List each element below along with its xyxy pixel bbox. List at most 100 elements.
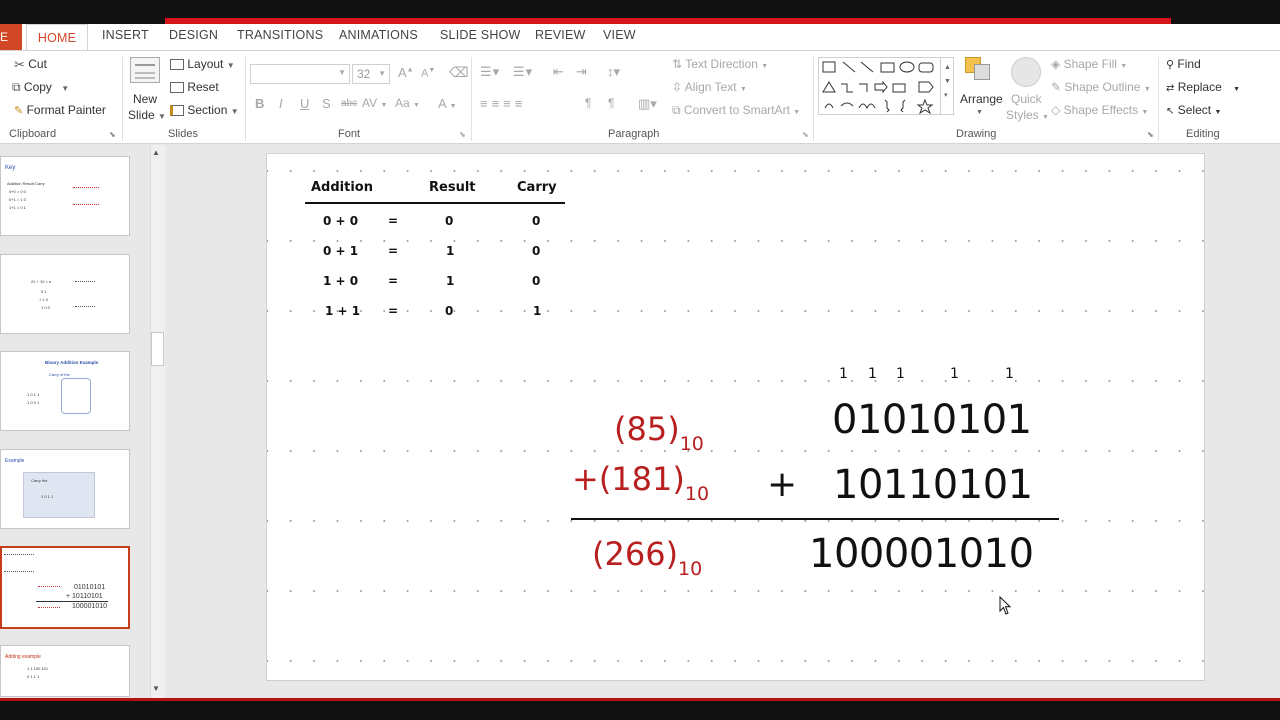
scroll-down-icon[interactable]: ▼ [152, 684, 160, 693]
font-group-label: Font [338, 128, 361, 140]
quick-styles-button[interactable]: Quick [1011, 92, 1042, 106]
slide-canvas[interactable]: Addition Result Carry 0 + 0 = 0 0 0 + 1 … [266, 153, 1205, 681]
columns-icon[interactable]: ▥▾ [638, 96, 657, 112]
text-direction-ltr-icon[interactable]: ¶ [585, 96, 591, 110]
tab-transitions[interactable]: TRANSITIONS [237, 28, 323, 42]
decimal-sum: (266)10 [592, 535, 702, 580]
thumbnail-text: 0+0 = 0 0 [9, 189, 26, 194]
arrange-icon[interactable] [965, 57, 990, 80]
thumbnail-title: Binary Addition Example [45, 360, 99, 365]
replace-button[interactable]: ⇄ Replace ▼ [1166, 80, 1240, 94]
layout-button[interactable]: Layout ▼ [170, 57, 235, 71]
chevron-down-icon: ▼ [1141, 109, 1149, 116]
format-painter-button[interactable]: ✎ Format Painter [14, 103, 106, 117]
slide-thumbnail[interactable]: 21 + 10 = e 0 1 + 1 0 1 0 0 [0, 254, 130, 334]
dialog-launcher-icon[interactable]: ⬊ [802, 130, 809, 139]
character-spacing-label: AV [362, 96, 378, 110]
align-text-button[interactable]: ⇳ Align Text ▼ [672, 80, 747, 94]
numbering-icon[interactable]: ☰▾ [513, 64, 533, 80]
divider [813, 57, 814, 141]
find-button[interactable]: ⚲ Find [1166, 57, 1201, 71]
bullets-icon[interactable]: ☰▾ [480, 64, 500, 80]
quick-styles-icon[interactable] [1011, 57, 1041, 87]
shapes-gallery-scroll[interactable]: ▲ ▼ ▾ [940, 57, 954, 115]
dialog-launcher-icon[interactable]: ⬊ [109, 130, 116, 139]
tab-home[interactable]: HOME [26, 24, 88, 51]
change-case-button[interactable]: Aa ▼ [395, 96, 420, 110]
new-slide-icon[interactable] [130, 57, 160, 83]
decrease-indent-icon[interactable]: ⇤ [553, 64, 564, 80]
slide-thumbnail[interactable]: Binary Addition Example Carry of the 1 0… [0, 351, 130, 431]
thumbnail-text: 0+1 = 1 0 [9, 197, 26, 202]
sum-rule [571, 518, 1059, 520]
chevron-down-icon: ▼ [1143, 86, 1151, 93]
italic-button[interactable]: I [279, 96, 283, 111]
grow-font-icon[interactable]: A▲ [398, 65, 414, 80]
thumbnail-text: Addition Result Carry [7, 181, 45, 186]
character-spacing-button[interactable]: AV ▼ [362, 96, 387, 110]
divider [245, 57, 246, 141]
slide-thumbnail-selected[interactable]: 01010101 + 10110101 100001010 [0, 546, 130, 629]
increase-indent-icon[interactable]: ⇥ [576, 64, 587, 80]
quick-styles-label: Styles [1006, 108, 1039, 122]
font-color-button[interactable]: A ▼ [438, 96, 457, 111]
paragraph-group-label: Paragraph [608, 128, 660, 140]
arrange-button[interactable]: Arrange [960, 92, 1003, 106]
table-cell-addition: 0 + 0 [323, 214, 359, 228]
copy-button[interactable]: ⧉ Copy ▼ [12, 80, 69, 95]
shadow-button[interactable]: S [322, 96, 331, 111]
thumbnails-scrollbar[interactable] [150, 145, 165, 698]
select-button[interactable]: ↖ Select ▼ [1166, 103, 1221, 117]
alignment-icons[interactable]: ≡≡≡≡ [480, 96, 526, 111]
thumbnail-graphic [61, 378, 91, 414]
quick-styles-dropdown[interactable]: Styles ▼ [1006, 108, 1049, 122]
shape-fill-button[interactable]: ◈ Shape Fill ▼ [1051, 57, 1127, 71]
font-name-input[interactable]: ▼ [250, 64, 350, 84]
shapes-gallery[interactable] [818, 57, 954, 115]
layout-label: Layout [187, 57, 224, 71]
thumbnail-rule [36, 601, 108, 602]
tab-review[interactable]: REVIEW [535, 28, 586, 42]
align-text-icon: ⇳ [672, 80, 683, 94]
section-button[interactable]: Section ▼ [170, 103, 239, 117]
scrollbar-thumb[interactable] [151, 332, 164, 366]
table-cell-result: 0 [445, 304, 454, 318]
tab-file[interactable]: E [0, 24, 22, 50]
slide-thumbnail[interactable]: Key Addition Result Carry 0+0 = 0 0 0+1 … [0, 156, 130, 236]
drawing-group-label: Drawing [956, 128, 997, 140]
reset-button[interactable]: Reset [170, 80, 219, 94]
select-label: Select [1177, 103, 1212, 117]
slide-thumbnail[interactable]: Example Carry the 1 0 1 1 [0, 449, 130, 529]
dialog-launcher-icon[interactable]: ⬊ [1147, 130, 1154, 139]
table-header-carry: Carry [517, 180, 557, 195]
slide-thumbnail[interactable]: Adding example 1 1 100 101 0 1 1 1 [0, 645, 130, 697]
binoculars-icon: ⚲ [1166, 59, 1175, 71]
clear-formatting-icon[interactable]: ⌫ [449, 64, 469, 81]
window-title-bar [0, 0, 1280, 24]
thumbnail-text: 0 1 [41, 289, 47, 294]
shape-effects-button[interactable]: ◇ Shape Effects ▼ [1051, 103, 1148, 117]
new-slide-button[interactable]: New [133, 92, 157, 106]
strikethrough-button[interactable]: abc [341, 98, 357, 109]
text-direction-rtl-icon[interactable]: ¶ [608, 96, 614, 110]
shape-outline-button[interactable]: ✎ Shape Outline ▼ [1051, 80, 1151, 94]
font-size-input[interactable]: 32 ▼ [352, 64, 390, 84]
shrink-font-icon[interactable]: A▼ [421, 67, 435, 80]
new-slide-dropdown[interactable]: Slide ▼ [128, 108, 166, 122]
copy-label: Copy [23, 80, 52, 94]
tab-animations[interactable]: ANIMATIONS [339, 28, 418, 42]
tab-view[interactable]: VIEW [603, 28, 636, 42]
table-cell-addition: 0 + 1 [323, 244, 359, 258]
smartart-icon: ⧉ [672, 103, 681, 117]
tab-slide-show[interactable]: SLIDE SHOW [440, 28, 521, 42]
convert-smartart-button[interactable]: ⧉ Convert to SmartArt ▼ [672, 103, 800, 118]
cut-button[interactable]: ✂ Cut [14, 57, 47, 73]
underline-button[interactable]: U [300, 96, 309, 111]
line-spacing-icon[interactable]: ↕▾ [607, 64, 620, 80]
dialog-launcher-icon[interactable]: ⬊ [459, 130, 466, 139]
text-direction-button[interactable]: ⇅ Text Direction ▼ [672, 57, 768, 71]
bold-button[interactable]: B [255, 96, 264, 111]
tab-design[interactable]: DESIGN [169, 28, 218, 42]
tab-insert[interactable]: INSERT [102, 28, 149, 42]
scroll-up-icon[interactable]: ▲ [152, 148, 160, 157]
